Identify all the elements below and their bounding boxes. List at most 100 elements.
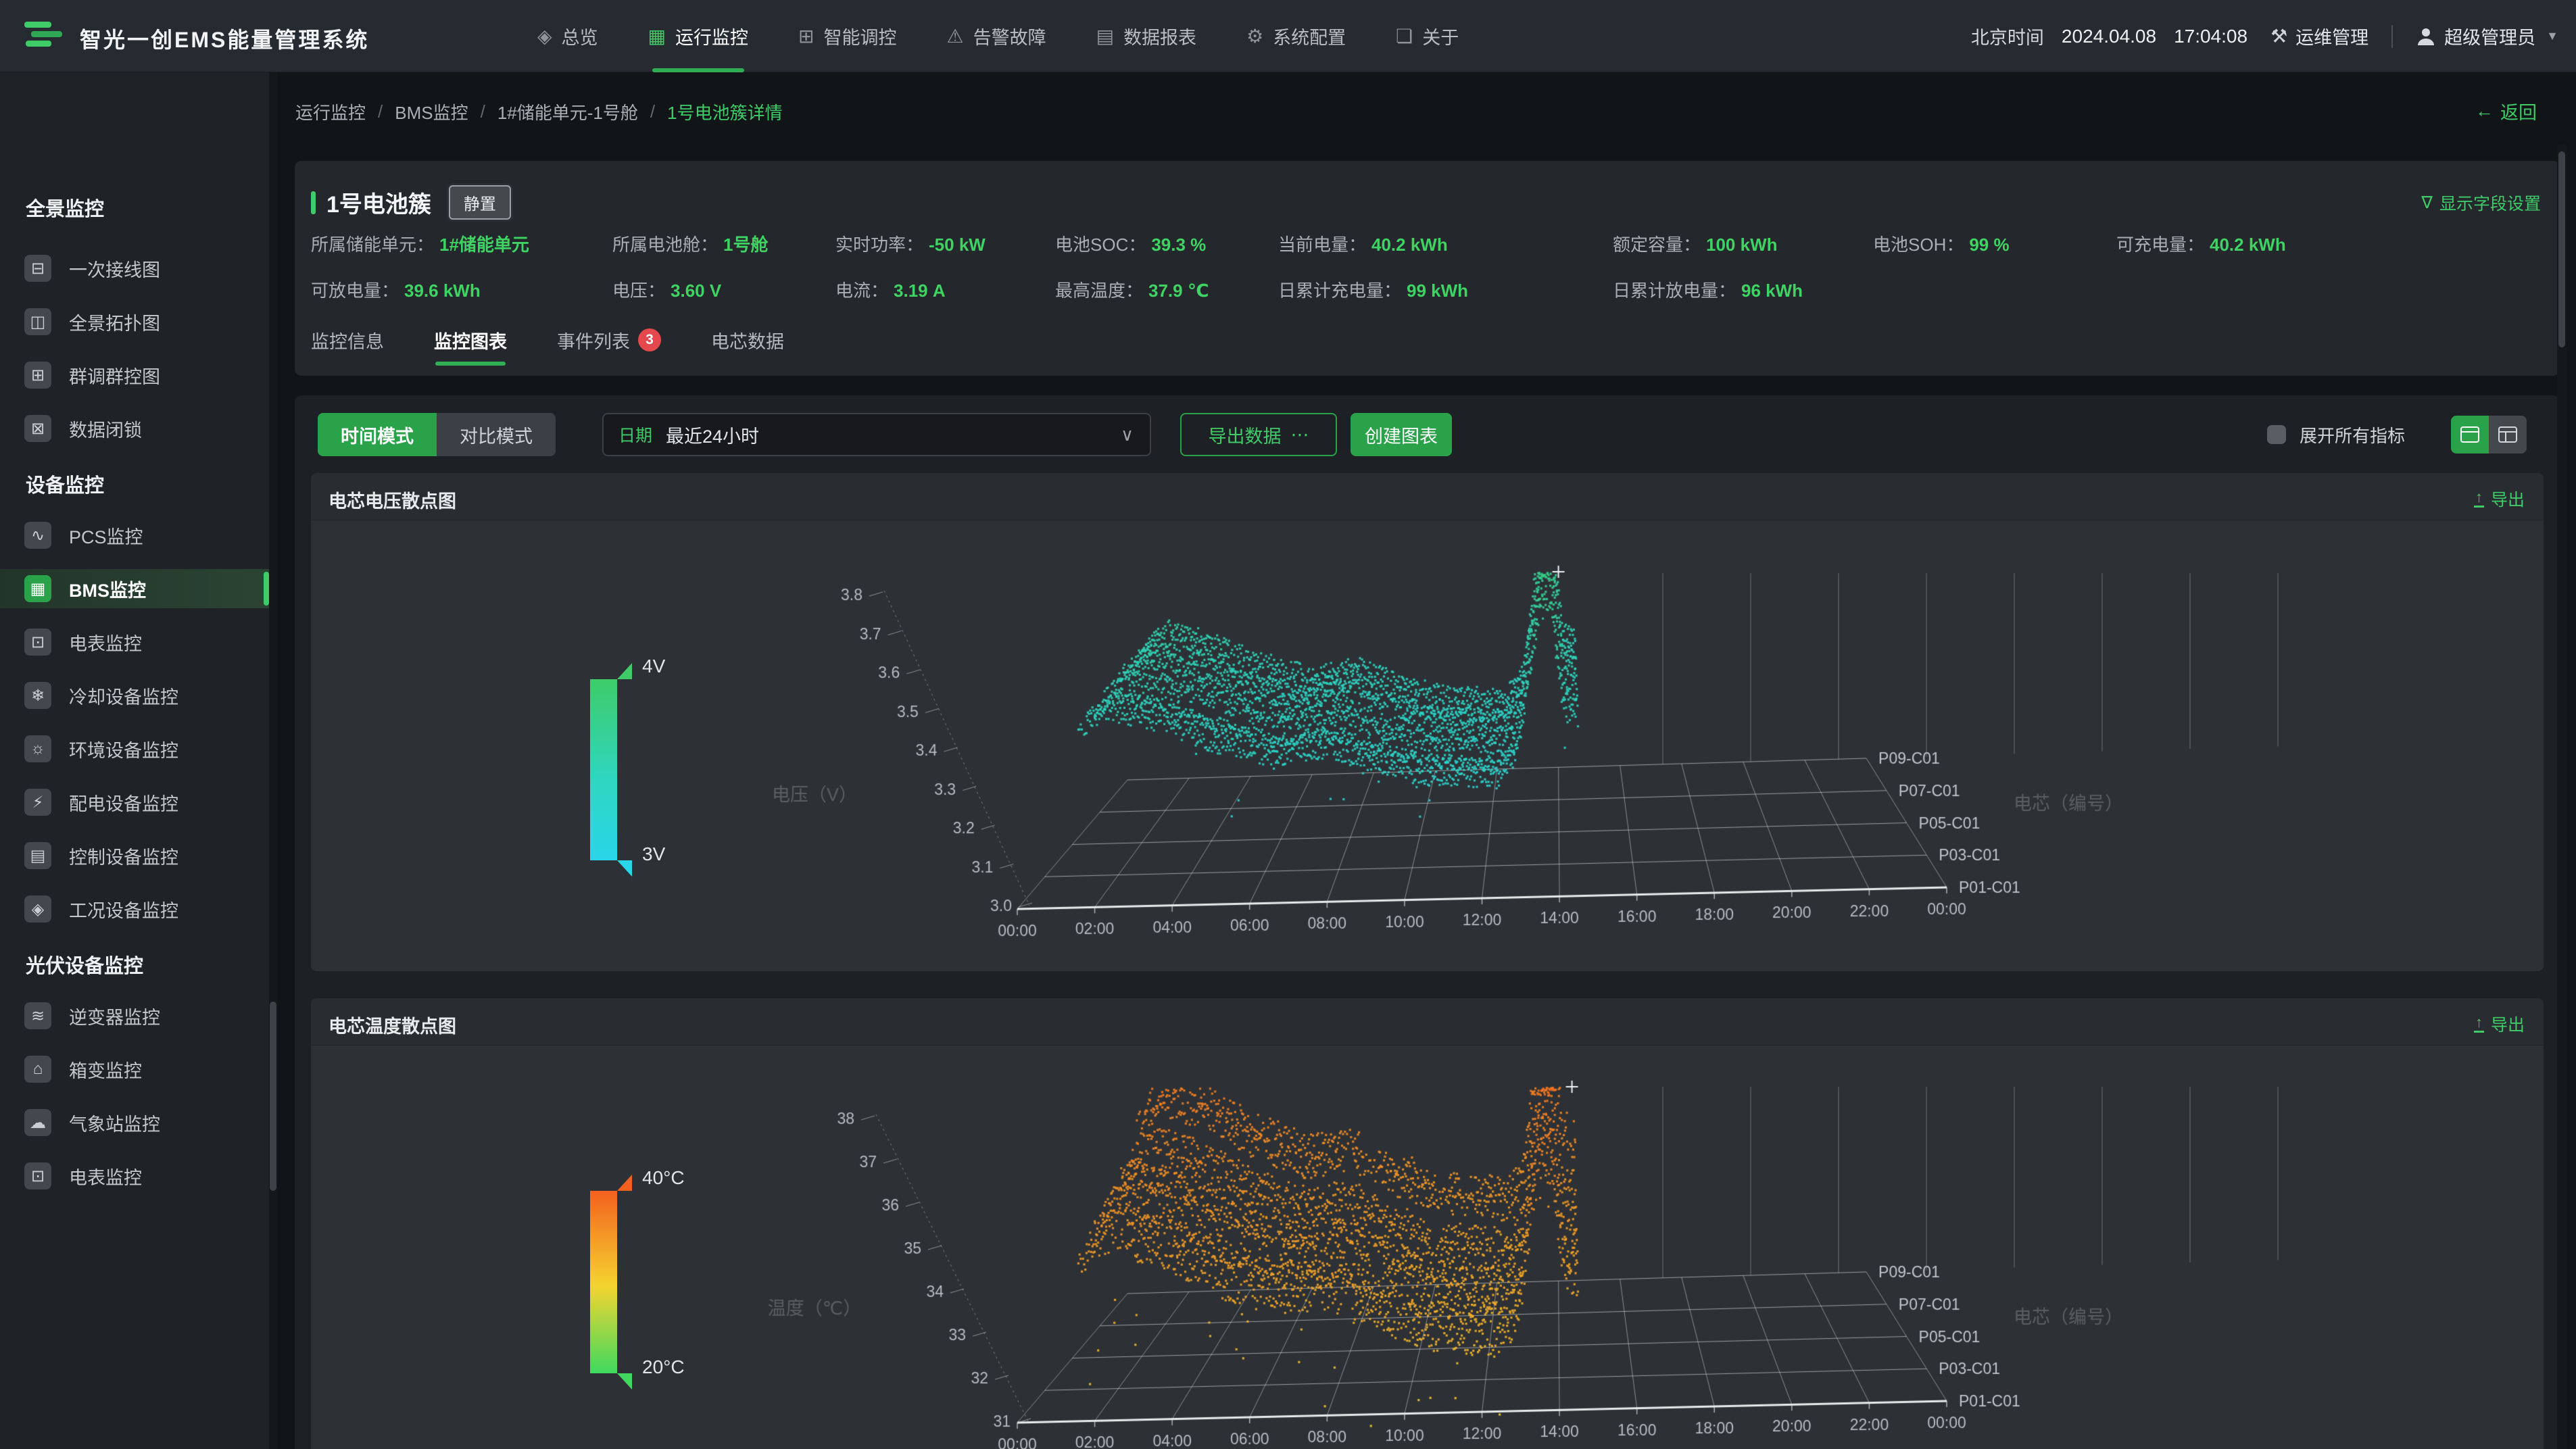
filter-icon: ∇	[2421, 193, 2433, 213]
back-button[interactable]: ← 返回	[2475, 98, 2537, 124]
nav-item-总览[interactable]: ◈总览	[537, 0, 598, 72]
fields-row-2: 可放电量：39.6 kWh电压：3.60 V电流：3.19 A最高温度：37.9…	[295, 277, 2560, 304]
sidebar-item-一次接线图[interactable]: ⊟一次接线图	[0, 249, 269, 288]
tab-监控图表[interactable]: 监控图表	[434, 327, 507, 358]
nav-item-运行监控[interactable]: ▦运行监控	[648, 0, 748, 72]
current-date: 2024.04.08	[2062, 26, 2156, 47]
field-label: 可充电量：	[2116, 235, 2204, 255]
user-name: 超级管理员	[2444, 23, 2535, 49]
voltage-export-button[interactable]: ↑ 导出	[2474, 487, 2525, 511]
title-accent-bar	[311, 191, 316, 214]
nav-item-系统配置[interactable]: ⚙系统配置	[1246, 0, 1346, 72]
tab-监控信息[interactable]: 监控信息	[311, 327, 384, 358]
voltage-colorbar[interactable]	[590, 679, 617, 860]
top-bar: 智光一创EMS能量管理系统 ◈总览▦运行监控⊞智能调控⚠告警故障▤数据报表⚙系统…	[0, 0, 2576, 72]
field-实时功率: 实时功率：-50 kW	[835, 231, 986, 256]
sidebar-item-冷却设备监控[interactable]: ❄冷却设备监控	[0, 676, 269, 715]
sidebar-item-箱变监控[interactable]: ⌂箱变监控	[0, 1050, 269, 1089]
date-range-select[interactable]: 日期 最近24小时 ∨	[602, 413, 1151, 456]
sidebar-item-控制设备监控[interactable]: ▤控制设备监控	[0, 836, 269, 875]
tab-电芯数据[interactable]: 电芯数据	[711, 327, 784, 358]
nav-label: 告警故障	[973, 23, 1046, 49]
export-label: 导出	[2491, 1012, 2525, 1036]
user-avatar-icon	[2416, 26, 2436, 47]
temperature-colorbar[interactable]	[590, 1191, 617, 1373]
sidebar-item-label: 控制设备监控	[69, 843, 178, 869]
chart-controls: 时间模式 对比模式 日期 最近24小时 ∨ 导出数据 ⋯ 创建图表 展开所有指标	[295, 413, 2560, 456]
field-label: 最高温度：	[1055, 280, 1143, 301]
fields-row-1: 所属储能单元：1#储能单元所属电池舱：1号舱实时功率：-50 kW电池SOC：3…	[295, 231, 2560, 258]
sidebar-item-全景拓扑图[interactable]: ◫ 全景拓扑图	[0, 302, 269, 341]
topology-icon: ◫	[24, 308, 51, 335]
sidebar-section-header: 全景监控	[26, 193, 104, 222]
sidebar-item-环境设备监控[interactable]: ☼环境设备监控	[0, 729, 269, 768]
sidebar-item-PCS监控[interactable]: ∿PCS监控	[0, 516, 269, 555]
sidebar: 全景监控 ⊟一次接线图 ◫ 全景拓扑图 ⊞群调群控图 ⊠数据闭锁设备监控 ∿PCS监控 ▦BM…	[0, 72, 277, 1449]
breadcrumb-item[interactable]: 运行监控	[295, 99, 366, 124]
nav-label: 系统配置	[1273, 23, 1346, 49]
sidebar-item-工况设备监控[interactable]: ◈工况设备监控	[0, 889, 269, 929]
colorbar-max-handle[interactable]	[617, 1175, 632, 1191]
breadcrumb-item[interactable]: 1#储能单元-1号舱	[497, 99, 638, 124]
field-settings-link[interactable]: ∇ 显示字段设置	[2421, 191, 2541, 215]
export-data-label: 导出数据	[1209, 422, 1282, 448]
create-chart-button[interactable]: 创建图表	[1351, 413, 1452, 456]
colorbar-max-label: 4V	[642, 656, 665, 677]
inverter-icon: ≋	[24, 1002, 51, 1029]
temperature-export-button[interactable]: ↑ 导出	[2474, 1012, 2525, 1036]
group-control-icon: ⊞	[24, 362, 51, 389]
sidebar-item-BMS监控[interactable]: ▦BMS监控	[0, 569, 269, 608]
sidebar-item-逆变器监控[interactable]: ≋逆变器监控	[0, 996, 269, 1035]
export-data-button[interactable]: 导出数据 ⋯	[1180, 413, 1337, 456]
sidebar-item-气象站监控[interactable]: ☁气象站监控	[0, 1103, 269, 1142]
field-可放电量: 可放电量：39.6 kWh	[311, 277, 481, 302]
sidebar-item-数据闭锁[interactable]: ⊠数据闭锁	[0, 409, 269, 448]
sidebar-item-label: 全景拓扑图	[69, 309, 160, 335]
cooling-icon: ❄	[24, 682, 51, 709]
sidebar-item-电表监控[interactable]: ⊡电表监控	[0, 1156, 269, 1196]
tab-事件列表[interactable]: 事件列表3	[557, 327, 661, 358]
breadcrumb-item[interactable]: BMS监控	[395, 99, 468, 124]
single-column-view-button[interactable]	[2451, 416, 2489, 453]
temperature-scatter-canvas[interactable]	[311, 1046, 2544, 1449]
sidebar-item-电表监控[interactable]: ⊡电表监控	[0, 622, 269, 662]
colorbar-min-handle[interactable]	[617, 860, 632, 877]
field-value: 99 kWh	[1407, 280, 1468, 301]
sidebar-item-群调群控图[interactable]: ⊞群调群控图	[0, 355, 269, 395]
voltage-scatter-canvas[interactable]	[311, 520, 2544, 971]
nav-item-告警故障[interactable]: ⚠告警故障	[946, 0, 1046, 72]
single-view-icon	[2460, 426, 2479, 443]
nav-item-数据报表[interactable]: ▤数据报表	[1096, 0, 1196, 72]
expand-all-checkbox[interactable]	[2267, 425, 2286, 444]
field-label: 日累计充电量：	[1278, 280, 1401, 301]
sidebar-scrollbar[interactable]	[269, 72, 277, 1449]
tab-label: 电芯数据	[711, 327, 784, 353]
field-电压: 电压：3.60 V	[612, 277, 721, 302]
split-view-button[interactable]	[2489, 416, 2527, 453]
sidebar-section-header: 设备监控	[26, 470, 104, 498]
colorbar-min-handle[interactable]	[617, 1373, 632, 1390]
time-mode-button[interactable]: 时间模式	[318, 413, 437, 456]
compare-mode-button[interactable]: 对比模式	[437, 413, 556, 456]
sidebar-item-label: 数据闭锁	[69, 416, 142, 442]
clock: 北京时间 2024.04.08 17:04:08	[1971, 23, 2247, 49]
back-label: 返回	[2500, 98, 2537, 124]
nav-item-智能调控[interactable]: ⊞智能调控	[798, 0, 896, 72]
sidebar-item-配电设备监控[interactable]: ⚡配电设备监控	[0, 783, 269, 822]
sidebar-item-label: 箱变监控	[69, 1056, 142, 1083]
colorbar-max-handle[interactable]	[617, 663, 632, 679]
sidebar-scrollbar-thumb[interactable]	[270, 1002, 276, 1191]
breadcrumb: 运行监控/BMS监控/1#储能单元-1号舱/1号电池簇详情	[295, 99, 783, 124]
page-scrollbar-thumb[interactable]	[2558, 151, 2565, 347]
nav-item-关于[interactable]: ❏关于	[1396, 0, 1459, 72]
smart-control-icon: ⊞	[798, 25, 814, 47]
wiring-diagram-icon: ⊟	[24, 255, 51, 282]
page-scrollbar[interactable]	[2557, 145, 2567, 1449]
field-电池SOC: 电池SOC：39.3 %	[1055, 231, 1206, 256]
user-menu[interactable]: 超级管理员 ▼	[2416, 23, 2558, 49]
field-value: 3.60 V	[671, 280, 721, 301]
field-value: 37.9 ℃	[1148, 280, 1209, 301]
layout-toggle	[2451, 416, 2527, 453]
ops-management-button[interactable]: ⚒ 运维管理	[2270, 23, 2368, 49]
field-label: 额定容量：	[1613, 235, 1701, 255]
